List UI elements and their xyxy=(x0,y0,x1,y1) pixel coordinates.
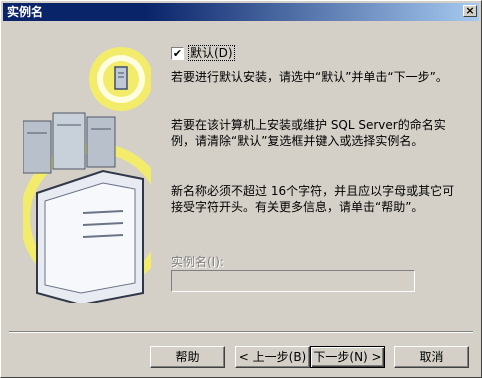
computer-tower-icon xyxy=(36,169,144,303)
server-illustration xyxy=(23,47,151,303)
cancel-button[interactable]: 取消 xyxy=(394,346,469,368)
instance-name-dialog: 实例名 × ✔ 默认(D) 若要进行默认安装，请选中“默认”并单击“下一步”。 … xyxy=(0,0,482,378)
instance-name-label: 实例名(I): xyxy=(171,255,224,269)
next-button[interactable]: 下一步(N) > xyxy=(310,346,385,368)
divider xyxy=(9,331,473,333)
server-cluster-icon xyxy=(23,112,116,174)
checkbox-box[interactable]: ✔ xyxy=(171,46,184,60)
document-icon xyxy=(114,66,128,90)
checkbox-label[interactable]: 默认(D) xyxy=(188,45,235,61)
close-button[interactable]: × xyxy=(463,5,477,17)
instruction-name-rules: 新名称必须不超过 16个字符，并且应以字母或其它可接受字符开头。有关更多信息，请… xyxy=(171,184,455,214)
check-icon: ✔ xyxy=(172,46,183,60)
instance-name-field[interactable] xyxy=(171,270,415,292)
back-button[interactable]: < 上一步(B) xyxy=(235,346,310,368)
window-title: 实例名 xyxy=(7,5,44,19)
title-bar[interactable]: 实例名 × xyxy=(3,3,479,21)
default-checkbox[interactable]: ✔ 默认(D) xyxy=(171,45,235,61)
close-icon: × xyxy=(465,4,475,17)
help-button[interactable]: 帮助 xyxy=(150,346,225,368)
instruction-named-instance: 若要在该计算机上安装或维护 SQL Server的命名实例，请清除“默认”复选框… xyxy=(171,118,446,148)
instruction-default: 若要进行默认安装，请选中“默认”并单击“下一步”。 xyxy=(171,70,448,84)
